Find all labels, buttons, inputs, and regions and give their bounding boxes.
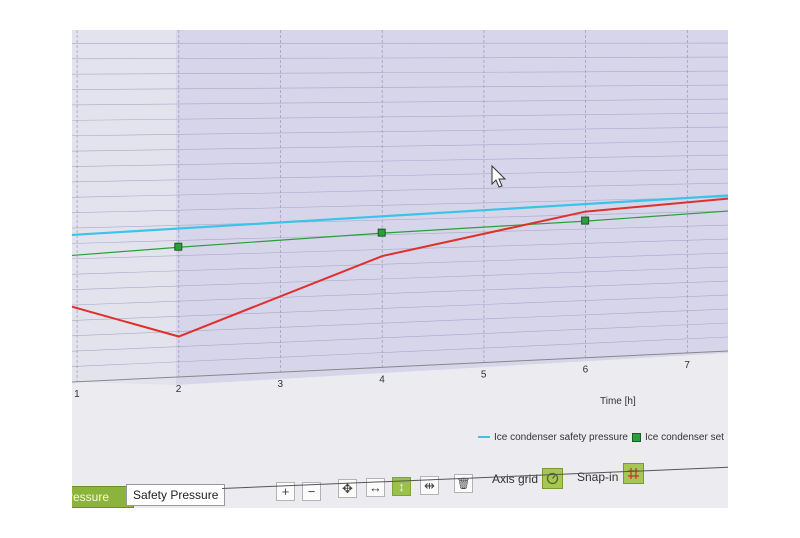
legend-swatch-safety [478,436,490,439]
setpoint-marker[interactable] [581,216,590,225]
x-tick-label: 4 [379,374,385,385]
legend: Ice condenser safety pressure Ice condens… [478,432,724,443]
x-axis-title: Time [h] [600,396,636,407]
x-tick-label: 5 [481,370,487,381]
setpoint-marker[interactable] [174,242,183,251]
axis-grid-button[interactable] [542,468,563,489]
x-tick-label: 1 [74,389,80,400]
x-tick-label: 2 [176,384,182,395]
minus-icon: − [307,484,316,499]
legend-swatch-set [631,432,641,442]
legend-item-safety: Ice condenser safety pressure [494,432,628,443]
x-tick-label: 6 [583,365,589,376]
legend-item-set: Ice condenser set [644,432,724,443]
chart-canvas[interactable]: 1 2 3 4 5 6 7 Time [h] [72,30,728,470]
x-tick-label: 7 [684,360,690,371]
x-tick-label: 3 [277,379,283,390]
tab-safety-pressure[interactable]: Safety Pressure [126,484,226,506]
setpoint-marker[interactable] [377,228,386,237]
tab-pressure[interactable]: ressure [72,486,134,508]
toolbar: ressure Safety Pressure + − ✥ ↔ ↕ ⇹ 🗑 Ax… [72,463,728,508]
chart-window: 1 2 3 4 5 6 7 Time [h] Ice condenser safety pr… [72,30,728,508]
plot-area-shaded [176,30,728,385]
toolbar-divider [221,466,728,489]
grid-icon [628,468,639,479]
snap-in-button[interactable] [623,463,644,484]
